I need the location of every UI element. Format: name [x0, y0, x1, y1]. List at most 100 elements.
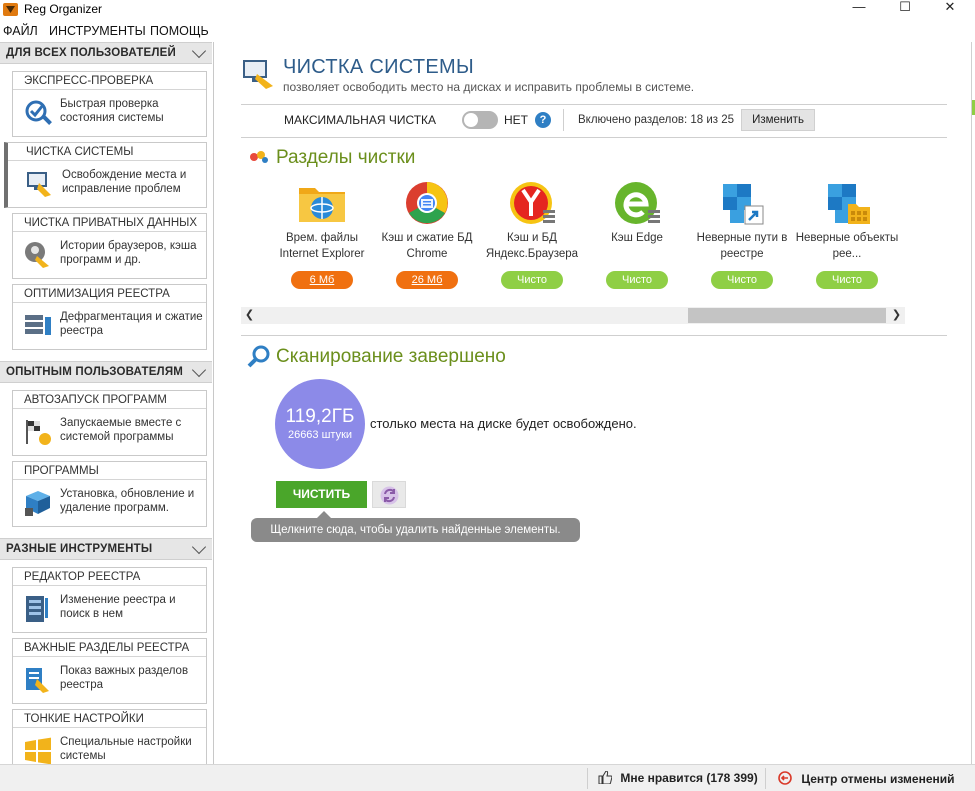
sidebar-item-desc: Показ важных разделов реестра — [60, 665, 189, 691]
sidebar-item-title: РЕДАКТОР РЕЕСТРА — [13, 568, 206, 586]
tile-label: Неверные объекты рее... — [795, 232, 899, 260]
registry-editor-icon — [26, 596, 48, 622]
help-icon[interactable]: ? — [535, 112, 551, 128]
undo-center-label: Центр отмены изменений — [801, 772, 955, 786]
chevron-down-icon[interactable] — [191, 362, 207, 378]
broom-monitor-icon — [27, 172, 51, 197]
tile-label: Врем. файлы Internet Explorer — [279, 232, 365, 260]
sidebar-item-important-keys[interactable]: ВАЖНЫЕ РАЗДЕЛЫ РЕЕСТРА Показ важных разд… — [12, 638, 207, 704]
tile-chrome-cache[interactable]: Кэш и сжатие БД Chrome 26 Мб — [374, 174, 480, 299]
important-keys-icon — [26, 668, 49, 693]
sidebar-item-autorun[interactable]: АВТОЗАПУСК ПРОГРАММ Запускаемые вместе с… — [12, 390, 207, 456]
refresh-icon — [380, 486, 399, 505]
group-header-various-tools[interactable]: РАЗНЫЕ ИНСТРУМЕНТЫ — [0, 538, 212, 560]
status-badge[interactable]: 26 Мб — [396, 271, 458, 289]
tile-ie-temp-files[interactable]: Врем. файлы Internet Explorer 6 Мб — [269, 174, 375, 299]
scan-status-title: Сканирование завершено — [276, 346, 506, 367]
scroll-right-icon[interactable]: ❯ — [888, 308, 905, 323]
window-title: Reg Organizer — [24, 2, 103, 16]
sections-enabled-count: Включено разделов: 18 из 25 — [578, 114, 735, 126]
result-size: 119,2ГБ — [285, 406, 355, 427]
menu-help[interactable]: ПОМОЩЬ — [150, 24, 209, 38]
tile-registry-objects[interactable]: Неверные объекты рее... Чисто — [794, 174, 900, 299]
private-data-icon — [25, 242, 49, 268]
registry-objects-icon — [828, 184, 870, 224]
ie-folder-icon — [299, 188, 345, 222]
status-badge[interactable]: 6 Мб — [291, 271, 353, 289]
minimize-button[interactable]: — — [836, 0, 882, 20]
sidebar-item-desc: Быстрая проверка состояния системы — [60, 98, 164, 124]
tile-edge-cache[interactable]: Кэш Edge Чисто — [584, 174, 690, 299]
max-clean-state: НЕТ — [504, 113, 528, 127]
sidebar-item-desc: Запускаемые вместе с системой программы — [60, 417, 182, 443]
chevron-down-icon[interactable] — [191, 43, 207, 59]
chrome-icon — [406, 182, 448, 224]
chevron-down-icon[interactable] — [191, 539, 207, 555]
sidebar-item-programs[interactable]: ПРОГРАММЫ Установка, обновление и удален… — [12, 461, 207, 527]
sidebar-item-title: ТОНКИЕ НАСТРОЙКИ — [13, 710, 206, 728]
group-header-advanced-users[interactable]: ОПЫТНЫМ ПОЛЬЗОВАТЕЛЯМ — [0, 361, 212, 383]
tile-yandex-cache[interactable]: Кэш и БД Яндекс.Браузера Чисто — [479, 174, 585, 299]
divider — [241, 137, 947, 138]
registry-optimize-icon — [25, 315, 51, 335]
sidebar-item-private-data[interactable]: ЧИСТКА ПРИВАТНЫХ ДАННЫХ Истории браузеро… — [12, 213, 207, 279]
autorun-flag-icon — [26, 420, 51, 445]
status-badge[interactable]: Чисто — [606, 271, 668, 289]
programs-box-icon — [25, 491, 50, 516]
status-badge[interactable]: Чисто — [501, 271, 563, 289]
tile-label: Неверные пути в реестре — [696, 232, 788, 260]
divider — [587, 768, 588, 789]
sidebar-item-title: ЧИСТКА СИСТЕМЫ — [8, 143, 206, 161]
horizontal-scrollbar[interactable]: ❮ ❯ — [241, 307, 905, 324]
check-magnifier-icon — [25, 100, 52, 125]
sidebar-item-title: АВТОЗАПУСК ПРОГРАММ — [13, 391, 206, 409]
magnifier-icon — [247, 345, 270, 368]
sidebar-item-desc: Изменение реестра и поиск в нем — [60, 594, 176, 620]
divider — [765, 768, 766, 789]
tile-registry-paths[interactable]: Неверные пути в реестре Чисто — [689, 174, 795, 299]
sidebar-item-title: ПРОГРАММЫ — [13, 462, 206, 480]
menu-tools[interactable]: ИНСТРУМЕНТЫ — [49, 24, 146, 38]
status-badge[interactable]: Чисто — [816, 271, 878, 289]
close-button[interactable]: ✕ — [927, 0, 973, 20]
title-bar: Reg Organizer — ☐ ✕ — [0, 0, 975, 22]
windows-logo-icon — [25, 737, 51, 765]
sidebar-item-desc: Истории браузеров, кэша программ и др. — [60, 240, 197, 266]
max-clean-toggle[interactable] — [462, 111, 498, 129]
menu-file[interactable]: ФАЙЛ — [3, 24, 38, 38]
sidebar-item-registry-editor[interactable]: РЕДАКТОР РЕЕСТРА Изменение реестра и пои… — [12, 567, 207, 633]
cleanup-sections-list: Врем. файлы Internet Explorer 6 Мб Кэш и… — [241, 174, 921, 304]
sidebar-item-title: ЧИСТКА ПРИВАТНЫХ ДАННЫХ — [13, 214, 206, 232]
change-sections-button[interactable]: Изменить — [741, 109, 815, 131]
max-clean-label: МАКСИМАЛЬНАЯ ЧИСТКА — [284, 113, 437, 127]
sidebar-item-registry-optimization[interactable]: ОПТИМИЗАЦИЯ РЕЕСТРА Дефрагментация и сжа… — [12, 284, 207, 350]
group-label: ДЛЯ ВСЕХ ПОЛЬЗОВАТЕЛЕЙ — [6, 47, 176, 59]
result-count: 26663 штуки — [287, 429, 353, 441]
sidebar-item-system-cleanup[interactable]: ЧИСТКА СИСТЕМЫ Освобождение места и испр… — [4, 142, 207, 208]
sidebar-item-title: ЭКСПРЕСС-ПРОВЕРКА — [13, 72, 206, 90]
status-badge[interactable]: Чисто — [711, 271, 773, 289]
scrollbar-thumb[interactable] — [688, 308, 886, 323]
undo-center-button[interactable]: Центр отмены изменений — [778, 771, 955, 786]
clean-button[interactable]: ЧИСТИТЬ — [276, 481, 367, 508]
yandex-browser-icon — [510, 182, 555, 224]
app-logo-icon — [3, 3, 18, 16]
group-label: РАЗНЫЕ ИНСТРУМЕНТЫ — [6, 543, 153, 555]
tile-label: Кэш и БД Яндекс.Браузера — [485, 232, 579, 260]
status-bar: Мне нравится (178 399) Центр отмены изме… — [0, 764, 975, 791]
max-clean-row: МАКСИМАЛЬНАЯ ЧИСТКА НЕТ ? Включено разде… — [241, 105, 947, 135]
sidebar-item-desc: Установка, обновление и удаление програм… — [60, 488, 195, 514]
maximize-button[interactable]: ☐ — [882, 0, 928, 20]
thumbs-up-icon — [598, 771, 612, 784]
map-pins-icon — [250, 151, 268, 163]
rescan-button[interactable] — [372, 481, 406, 508]
clean-tooltip: Щелкните сюда, чтобы удалить найденные э… — [251, 511, 580, 542]
scroll-left-icon[interactable]: ❮ — [241, 308, 258, 323]
edge-icon — [615, 182, 660, 224]
divider — [563, 109, 564, 131]
sidebar-item-express-check[interactable]: ЭКСПРЕСС-ПРОВЕРКА Быстрая проверка состо… — [12, 71, 207, 137]
sidebar-item-title: ОПТИМИЗАЦИЯ РЕЕСТРА — [13, 285, 206, 303]
like-button[interactable]: Мне нравится (178 399) — [598, 771, 758, 785]
group-header-all-users[interactable]: ДЛЯ ВСЕХ ПОЛЬЗОВАТЕЛЕЙ — [0, 42, 212, 64]
result-description: столько места на диске будет освобождено… — [370, 416, 637, 431]
